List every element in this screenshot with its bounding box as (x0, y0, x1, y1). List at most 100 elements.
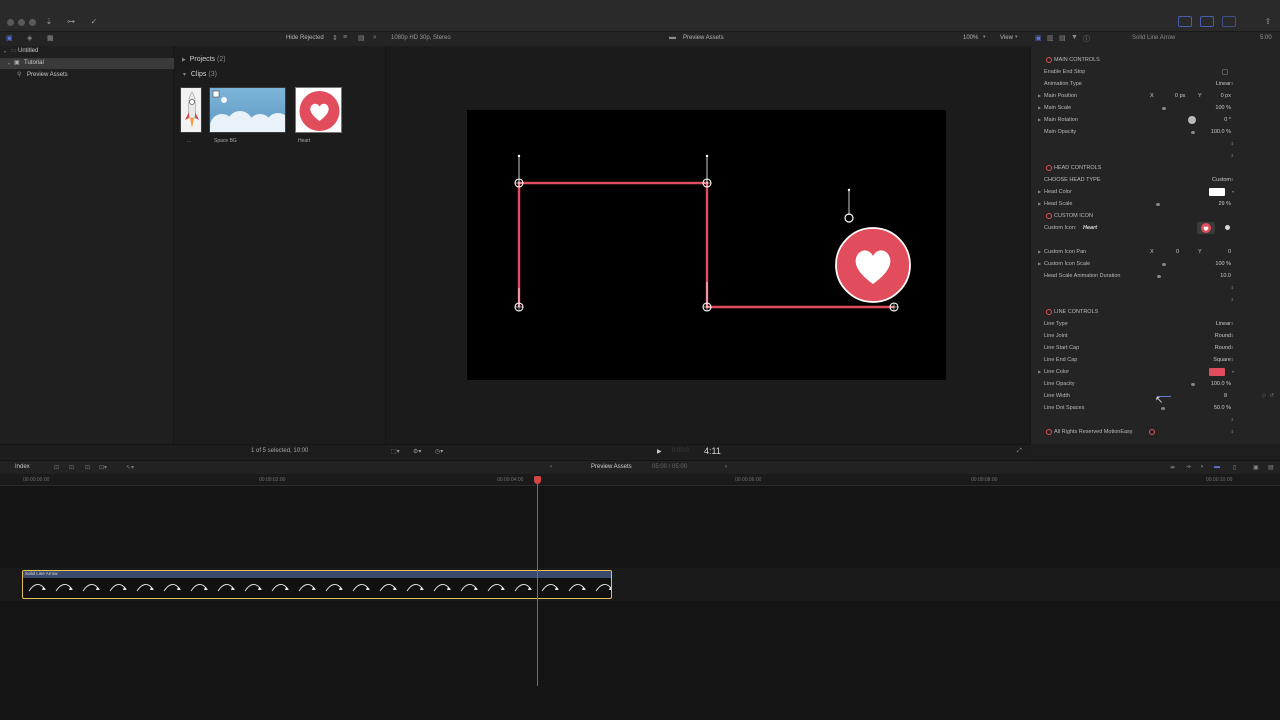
layout-timeline-toggle-icon[interactable] (1200, 16, 1214, 27)
timeline-clip[interactable]: Solid Line Arrow (22, 570, 612, 599)
line-opacity-row[interactable]: Line Opacity 100.0 % (1031, 378, 1280, 390)
filmstrip-settings-icon[interactable]: ▤ (358, 34, 365, 42)
line-color-row[interactable]: ▶ Line Color ▾ (1031, 366, 1280, 378)
head-scale-animation-slider[interactable] (1157, 275, 1161, 278)
main-position-row[interactable]: ▶ Main Position X 0 px Y 0 px (1031, 90, 1280, 102)
disclosure-triangle-icon[interactable]: ▶ (1038, 186, 1041, 198)
main-position-x-field[interactable]: 0 px (1175, 90, 1185, 102)
head-scale-animation-row[interactable]: Head Scale Animation Duration 10.0 (1031, 270, 1280, 282)
photos-audio-icon[interactable]: ◈ (27, 34, 32, 42)
head-color-row[interactable]: ▶ Head Color ▾ (1031, 186, 1280, 198)
disclosure-triangle-icon[interactable]: ▾ (4, 46, 6, 57)
clips-group[interactable]: ▼ Clips (3) (182, 71, 217, 78)
connect-clip-icon[interactable]: ⊡ (54, 464, 59, 471)
head-scale-row[interactable]: ▶ Head Scale 29 % (1031, 198, 1280, 210)
transform-icon[interactable]: ⚙▾ (413, 448, 421, 455)
custom-icon-scale-row[interactable]: ▶ Custom Icon Scale 100 % (1031, 258, 1280, 270)
choose-head-type-row[interactable]: CHOOSE HEAD TYPE Custom ⇕ (1031, 174, 1280, 186)
list-view-icon[interactable]: ≡ (343, 34, 347, 41)
background-tasks-icon[interactable]: ✓ (87, 16, 101, 27)
forward-arrow-icon[interactable]: › (725, 464, 727, 470)
info-icon[interactable]: ⓘ (1083, 34, 1090, 44)
clip-thumbnail-rocket[interactable] (180, 87, 202, 133)
animation-type-row[interactable]: Animation Type Linear ⇕ (1031, 78, 1280, 90)
custom-icon-pan-x-field[interactable]: 0 (1176, 246, 1179, 258)
share-icon[interactable]: ⇪ (1261, 16, 1275, 27)
disclosure-triangle-icon[interactable]: ▶ (1038, 90, 1041, 102)
chevron-down-icon[interactable]: ▾ (1232, 186, 1234, 198)
import-icon[interactable]: ⇣ (42, 16, 56, 27)
layout-inspector-toggle-icon[interactable] (1222, 16, 1236, 27)
main-rotation-row[interactable]: ▶ Main Rotation 0 ° (1031, 114, 1280, 126)
disclosure-triangle-icon[interactable]: ▶ (1038, 246, 1041, 258)
timeline-area[interactable]: Solid Line Arrow (0, 486, 1280, 720)
line-width-field[interactable]: 8 (1224, 390, 1227, 402)
line-start-cap-row[interactable]: Line Start Cap Round ⇕ (1031, 342, 1280, 354)
overwrite-clip-icon[interactable]: ⊡▾ (99, 464, 107, 471)
library-item-preview-assets[interactable]: ⚲ Preview Assets (0, 70, 174, 81)
disclosure-triangle-icon[interactable]: ▶ (1038, 198, 1041, 210)
keywords-icon[interactable]: ⊶ (64, 16, 78, 27)
back-arrow-icon[interactable]: ‹ (550, 464, 552, 470)
playhead[interactable] (537, 476, 538, 686)
crop-icon[interactable]: ⬚▾ (391, 448, 400, 455)
line-dot-spaces-slider[interactable] (1161, 407, 1165, 410)
clip-appearance-icon[interactable]: ▯ (1233, 464, 1236, 471)
head-color-swatch[interactable] (1209, 188, 1225, 196)
view-dropdown[interactable]: View (1000, 35, 1013, 41)
line-color-swatch[interactable] (1209, 368, 1225, 376)
audio-inspector-icon[interactable]: ▥ (1047, 34, 1054, 42)
disclosure-triangle-icon[interactable]: ▶ (1038, 258, 1041, 270)
custom-icon-pan-row[interactable]: ▶ Custom Icon Pan X 0 Y 0 (1031, 246, 1280, 258)
projects-group[interactable]: ▶ Projects (2) (182, 56, 226, 63)
custom-icon-pan-y-field[interactable]: 0 (1228, 246, 1231, 258)
hide-rejected-filter[interactable]: Hide Rejected (286, 35, 324, 41)
rotation-dial[interactable] (1188, 116, 1196, 124)
custom-icon-well[interactable] (1197, 222, 1215, 234)
library-item-tutorial[interactable]: ▾ ▣ Tutorial (0, 58, 174, 69)
video-inspector-icon[interactable]: ▣ (1035, 34, 1042, 42)
timeline-ruler[interactable]: 00:00:00:00 00:00:02:00 00:00:04:00 00:0… (0, 474, 1280, 486)
disclosure-triangle-icon[interactable]: ▶ (1038, 114, 1041, 126)
speed-icon[interactable]: ◷▾ (435, 448, 443, 455)
insert-clip-icon[interactable]: ⊡ (69, 464, 74, 471)
line-opacity-slider[interactable] (1191, 383, 1195, 386)
main-opacity-slider[interactable] (1191, 131, 1195, 134)
transitions-browser-icon[interactable]: ▤ (1268, 464, 1274, 471)
keyframe-icon[interactable]: ◇ (1262, 390, 1266, 402)
zoom-dropdown[interactable]: 100% (963, 35, 978, 41)
skimming-icon[interactable]: ⇹ (1170, 464, 1175, 471)
viewer-canvas[interactable] (467, 110, 946, 380)
titles-generators-icon[interactable]: ▦ (47, 34, 54, 42)
chevron-down-icon[interactable]: ▾ (1232, 366, 1234, 378)
disclosure-triangle-icon[interactable]: ▶ (1038, 366, 1041, 378)
main-position-y-field[interactable]: 0 px (1221, 90, 1231, 102)
reset-icon-button[interactable] (1225, 225, 1230, 230)
minimize-window-button[interactable] (18, 19, 25, 26)
main-scale-slider[interactable] (1162, 107, 1166, 110)
line-type-row[interactable]: Line Type Linear ⇕ (1031, 318, 1280, 330)
disclosure-triangle-icon[interactable]: ▶ (1038, 102, 1041, 114)
effects-browser-icon[interactable]: ▣ (1253, 464, 1259, 471)
disclosure-triangle-icon[interactable]: ▶ (182, 57, 186, 63)
line-end-cap-row[interactable]: Line End Cap Square ⇕ (1031, 354, 1280, 366)
head-scale-slider[interactable] (1156, 203, 1160, 206)
append-clip-icon[interactable]: ⊡ (85, 464, 90, 471)
audio-icon[interactable]: ◖ (1200, 464, 1204, 470)
clip-thumbnail-heart[interactable] (295, 87, 342, 133)
zoom-slider[interactable]: ⟛ (1186, 464, 1191, 471)
disclosure-triangle-icon[interactable]: ▾ (8, 58, 10, 69)
disclosure-triangle-icon[interactable]: ▼ (182, 72, 187, 78)
fullscreen-icon[interactable]: ⤢ (1017, 448, 1022, 455)
play-button[interactable]: ▶ (657, 448, 662, 455)
clip-thumbnail-space-bg[interactable] (209, 87, 286, 133)
layout-browser-toggle-icon[interactable] (1178, 16, 1192, 27)
zoom-window-button[interactable] (29, 19, 36, 26)
library-item-untitled[interactable]: ▾ ▭ Untitled (0, 46, 174, 57)
info-inspector-icon[interactable]: ▤ (1059, 34, 1066, 42)
custom-icon-row[interactable]: Custom Icon: Heart (1031, 222, 1280, 234)
reset-icon[interactable]: ↺ (1269, 390, 1274, 402)
filter-inspector-icon[interactable]: ▼ (1071, 34, 1078, 41)
libraries-icon[interactable]: ▣ (6, 34, 13, 42)
line-joint-row[interactable]: Line Joint Round ⇕ (1031, 330, 1280, 342)
